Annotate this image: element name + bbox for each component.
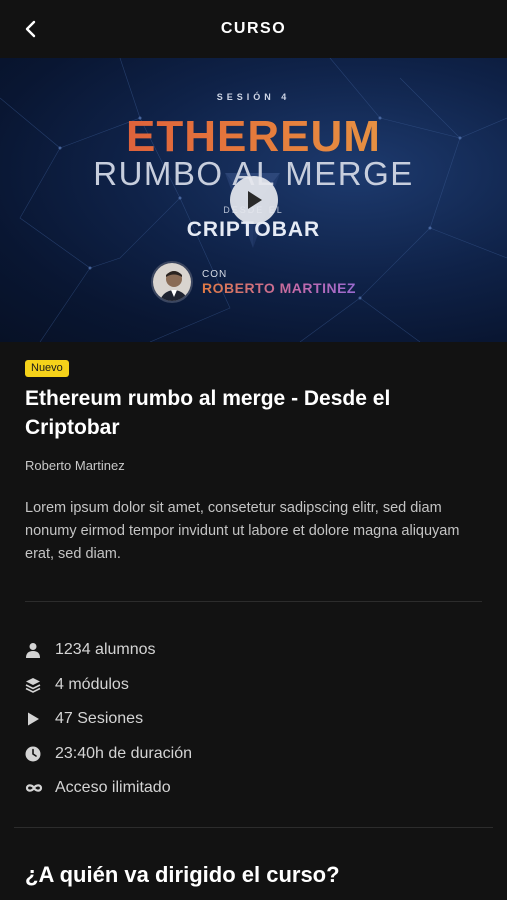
infinity-icon <box>25 784 43 792</box>
page-title: CURSO <box>220 20 287 37</box>
divider <box>14 827 493 828</box>
user-icon <box>26 643 40 659</box>
stat-text: Acceso ilimitado <box>55 779 171 797</box>
course-video-thumbnail[interactable]: SESIÓN 4 ETHEREUM RUMBO AL MERGE DESDE E… <box>0 58 507 342</box>
back-button[interactable] <box>16 14 46 44</box>
presenter-with-label: CON <box>202 269 228 280</box>
presenter-avatar <box>151 261 193 303</box>
stat-text: 47 Sesiones <box>55 710 144 728</box>
audience-heading: ¿A quién va dirigido el curso? <box>25 862 340 887</box>
stat-text: 23:40h de duración <box>55 744 192 762</box>
course-stats-list: 1234 alumnos 4 módulos 47 Sesiones 23:40… <box>25 633 425 806</box>
play-icon <box>28 712 39 726</box>
play-button[interactable] <box>230 176 278 224</box>
divider <box>25 601 482 602</box>
stat-text: 1234 alumnos <box>55 641 156 659</box>
presenter-name: ROBERTO MARTINEZ <box>202 280 356 296</box>
play-icon <box>248 191 262 209</box>
layers-icon <box>25 677 41 693</box>
stat-students: 1234 alumnos <box>25 633 425 668</box>
chevron-left-icon <box>25 20 36 38</box>
course-author[interactable]: Roberto Martinez <box>25 458 125 473</box>
stat-modules: 4 módulos <box>25 668 425 703</box>
course-description: Lorem ipsum dolor sit amet, consetetur s… <box>25 500 460 562</box>
new-badge: Nuevo <box>25 360 69 377</box>
stat-sessions: 47 Sesiones <box>25 702 425 737</box>
stat-duration: 23:40h de duración <box>25 737 425 772</box>
course-title: Ethereum rumbo al merge - Desde el Cript… <box>25 387 391 439</box>
top-bar: CURSO <box>0 0 507 58</box>
stat-text: 4 módulos <box>55 675 129 693</box>
clock-icon <box>25 746 41 762</box>
stat-access: Acceso ilimitado <box>25 771 425 806</box>
session-label: SESIÓN 4 <box>216 92 291 102</box>
